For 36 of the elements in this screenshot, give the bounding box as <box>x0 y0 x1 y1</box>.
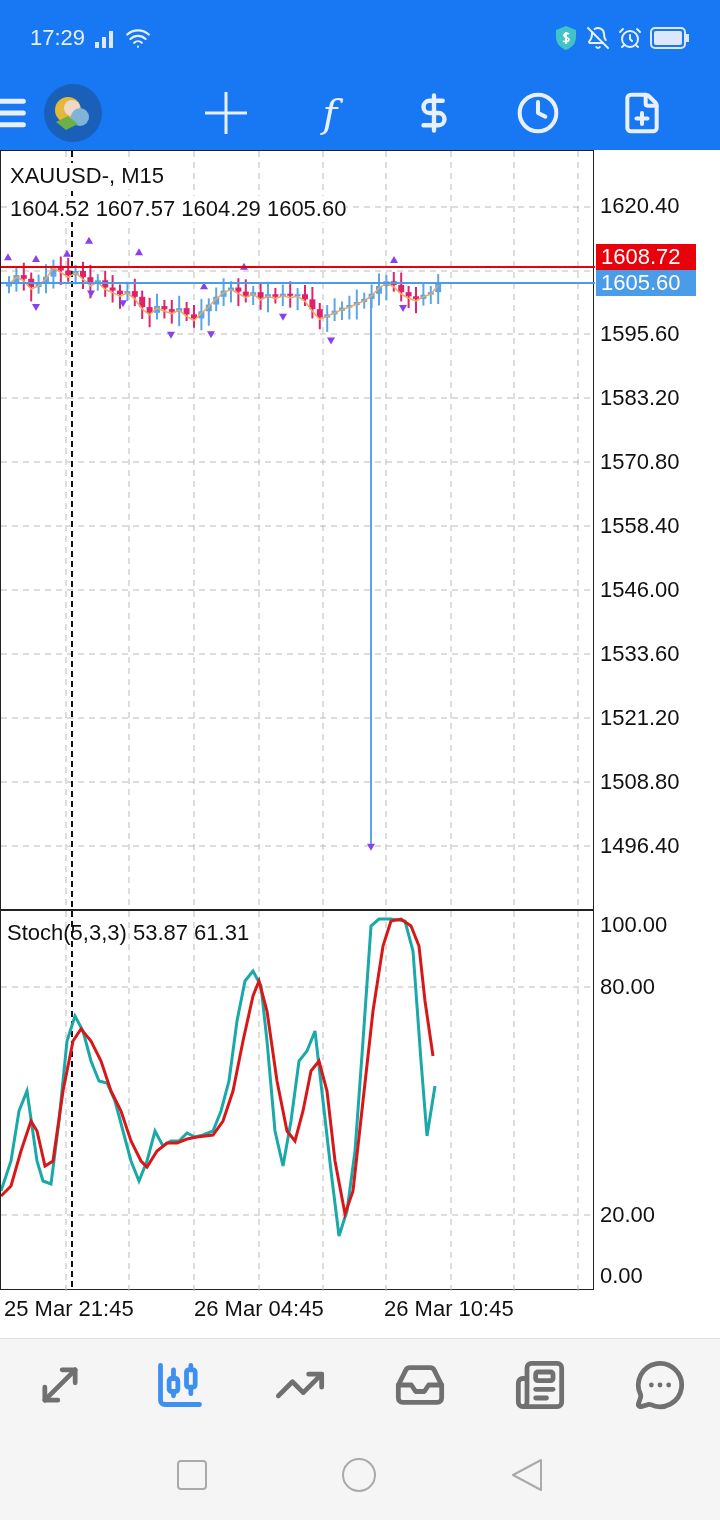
price-label: 1533.60 <box>599 640 681 668</box>
crosshair-icon[interactable] <box>203 89 249 136</box>
time-label: 25 Mar 21:45 <box>3 1295 135 1323</box>
clock-icon[interactable] <box>516 90 560 135</box>
time-label: 26 Mar 04:45 <box>193 1295 325 1323</box>
price-badge: 1608.72 <box>596 244 696 270</box>
home-icon[interactable] <box>341 1457 377 1493</box>
price-label: 1583.20 <box>599 384 681 412</box>
shield-icon <box>554 24 578 51</box>
battery-icon <box>650 26 690 49</box>
indicator-scale-label: 0.00 <box>600 1263 643 1289</box>
price-label: 1508.80 <box>599 768 681 796</box>
price-label: 1521.20 <box>599 704 681 732</box>
newspaper-icon <box>514 1358 566 1411</box>
function-icon[interactable]: f <box>314 86 346 139</box>
symbol-title: XAUUSD-, M15 <box>10 163 165 189</box>
clock-time: 17:29 <box>30 24 86 51</box>
recent-apps-icon[interactable] <box>177 1460 207 1490</box>
indicator-scale-label: 20.00 <box>600 1202 656 1228</box>
price-label: 1570.80 <box>599 448 681 476</box>
time-label: 26 Mar 10:45 <box>383 1295 515 1323</box>
bell-off-icon <box>586 25 610 50</box>
price-label: 1595.60 <box>599 320 681 348</box>
indicator-scale-label: 100.00 <box>600 912 668 938</box>
price-badge: 1605.60 <box>596 270 696 296</box>
ohlc-values: 1604.52 1607.57 1604.29 1605.60 <box>10 196 347 222</box>
alarm-icon <box>618 25 642 50</box>
chat-icon <box>634 1358 686 1411</box>
app-logo-icon[interactable] <box>42 81 104 144</box>
back-icon[interactable] <box>511 1458 543 1492</box>
price-label: 1546.00 <box>599 576 681 604</box>
price-label: 1496.40 <box>599 832 681 860</box>
price-label: 1558.40 <box>599 512 681 540</box>
price-label: 1620.40 <box>599 192 681 220</box>
indicator-label: Stoch(5,3,3) 53.87 61.31 <box>7 920 250 946</box>
indicator-scale-label: 80.00 <box>600 974 656 1000</box>
